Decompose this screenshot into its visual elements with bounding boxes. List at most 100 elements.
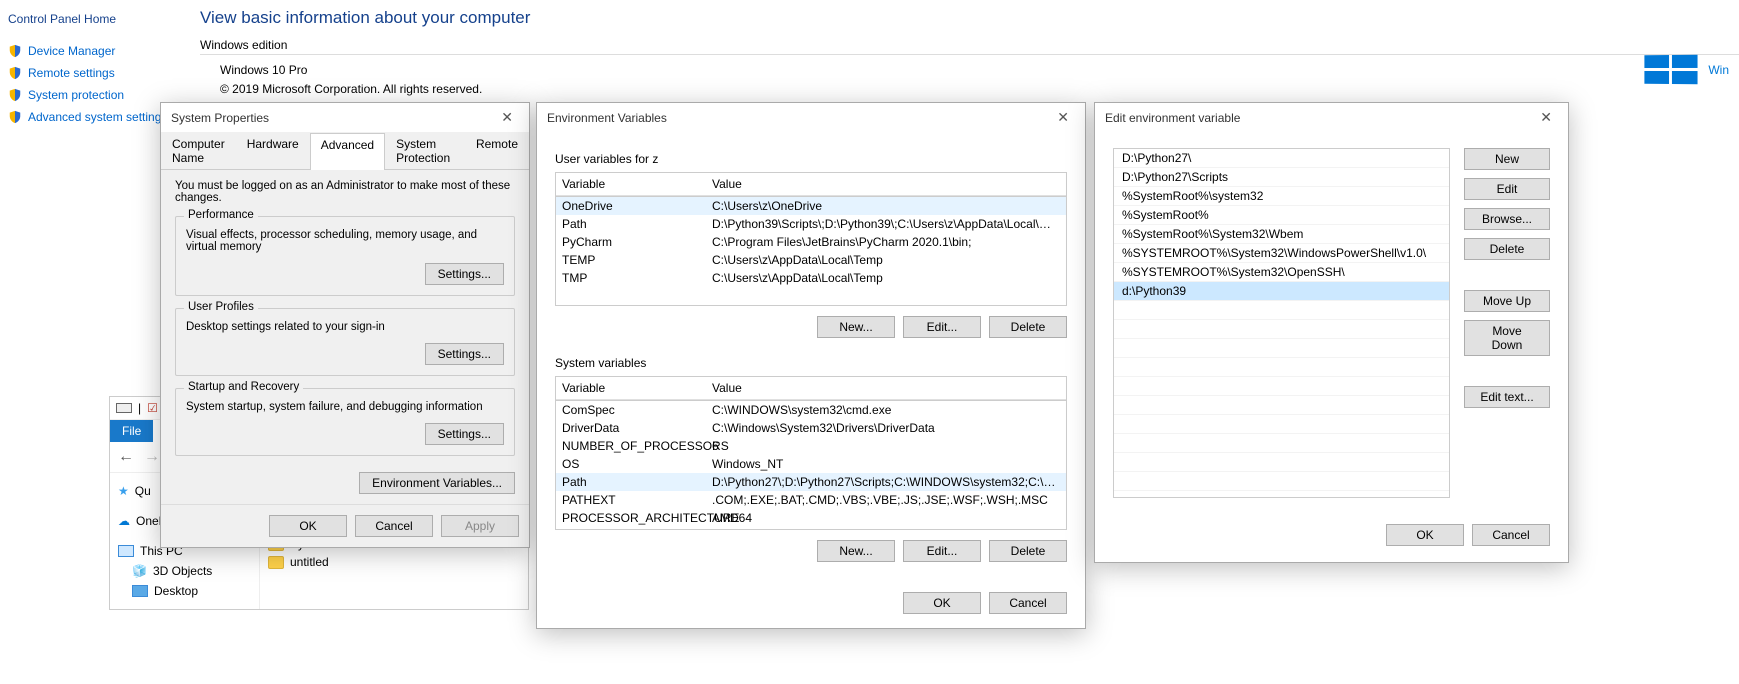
envvars-cancel-button[interactable]: Cancel [989, 592, 1067, 614]
list-item-empty[interactable] [1114, 301, 1449, 320]
tab-advanced[interactable]: Advanced [310, 133, 385, 170]
startup-settings-button[interactable]: Settings... [425, 423, 504, 445]
editvar-ok-button[interactable]: OK [1386, 524, 1464, 546]
tab-system-protection[interactable]: System Protection [385, 132, 465, 169]
var-name: PATHEXT [562, 493, 712, 507]
table-row[interactable]: PATHEXT.COM;.EXE;.BAT;.CMD;.VBS;.VBE;.JS… [556, 491, 1066, 509]
user-new-button[interactable]: New... [817, 316, 895, 338]
sys-edit-button[interactable]: Edit... [903, 540, 981, 562]
browse-button[interactable]: Browse... [1464, 208, 1550, 230]
close-icon[interactable]: ✕ [1051, 109, 1075, 126]
file-tab[interactable]: File [110, 420, 153, 442]
user-profiles-settings-button[interactable]: Settings... [425, 343, 504, 365]
sys-new-button[interactable]: New... [817, 540, 895, 562]
checkbox-icon[interactable]: ☑ [147, 401, 158, 415]
sysprops-apply-button[interactable]: Apply [441, 515, 519, 537]
list-item[interactable]: %SystemRoot%\system32 [1114, 187, 1449, 206]
sys-vars-list[interactable]: ComSpecC:\WINDOWS\system32\cmd.exeDriver… [555, 400, 1067, 530]
list-item-empty[interactable] [1114, 396, 1449, 415]
system-properties-dialog: System Properties ✕ Computer Name Hardwa… [160, 102, 530, 548]
tab-remote[interactable]: Remote [465, 132, 529, 169]
col-variable[interactable]: Variable [556, 377, 706, 400]
var-value: C:\Users\z\OneDrive [712, 199, 1060, 213]
edition-text: Windows 10 Pro [220, 61, 1739, 80]
envvars-ok-button[interactable]: OK [903, 592, 981, 614]
close-icon[interactable]: ✕ [495, 109, 519, 126]
list-item[interactable]: %SystemRoot% [1114, 206, 1449, 225]
list-item-empty[interactable] [1114, 491, 1449, 498]
list-item[interactable]: %SystemRoot%\System32\Wbem [1114, 225, 1449, 244]
tab-hardware[interactable]: Hardware [236, 132, 310, 169]
envvars-title: Environment Variables [547, 111, 667, 125]
table-row[interactable]: PathD:\Python27\;D:\Python27\Scripts;C:\… [556, 473, 1066, 491]
user-vars-list[interactable]: OneDriveC:\Users\z\OneDrivePathD:\Python… [555, 196, 1067, 306]
new-entry-button[interactable]: New [1464, 148, 1550, 170]
col-variable[interactable]: Variable [556, 173, 706, 196]
table-row[interactable]: OneDriveC:\Users\z\OneDrive [556, 197, 1066, 215]
performance-label: Performance [184, 209, 258, 221]
table-row[interactable]: PathD:\Python39\Scripts\;D:\Python39\;C:… [556, 215, 1066, 233]
control-panel-main: View basic information about your comput… [200, 8, 1739, 99]
list-item-empty[interactable] [1114, 377, 1449, 396]
list-item-empty[interactable] [1114, 339, 1449, 358]
tab-computer-name[interactable]: Computer Name [161, 132, 236, 169]
table-row[interactable]: ComSpecC:\WINDOWS\system32\cmd.exe [556, 401, 1066, 419]
user-delete-button[interactable]: Delete [989, 316, 1067, 338]
sys-delete-button[interactable]: Delete [989, 540, 1067, 562]
var-name: TEMP [562, 253, 712, 267]
close-icon[interactable]: ✕ [1534, 109, 1558, 126]
list-item[interactable]: untitled [268, 553, 414, 571]
list-item[interactable]: %SYSTEMROOT%\System32\OpenSSH\ [1114, 263, 1449, 282]
list-item[interactable]: D:\Python27\Scripts [1114, 168, 1449, 187]
list-item[interactable]: %SYSTEMROOT%\System32\WindowsPowerShell\… [1114, 244, 1449, 263]
star-icon: ★ [118, 484, 129, 498]
table-row[interactable]: TMPC:\Users\z\AppData\Local\Temp [556, 269, 1066, 287]
var-value: C:\Windows\System32\Drivers\DriverData [712, 421, 1060, 435]
environment-variables-button[interactable]: Environment Variables... [359, 472, 515, 494]
list-item-empty[interactable] [1114, 453, 1449, 472]
path-entries-list[interactable]: D:\Python27\D:\Python27\Scripts%SystemRo… [1113, 148, 1450, 498]
user-edit-button[interactable]: Edit... [903, 316, 981, 338]
edit-entry-button[interactable]: Edit [1464, 178, 1550, 200]
objects-item[interactable]: 🧊 3D Objects [118, 561, 251, 581]
list-item-empty[interactable] [1114, 358, 1449, 377]
move-up-button[interactable]: Move Up [1464, 290, 1550, 312]
col-value[interactable]: Value [706, 377, 1066, 400]
editvar-cancel-button[interactable]: Cancel [1472, 524, 1550, 546]
list-item[interactable]: d:\Python39 [1114, 282, 1449, 301]
desktop-item[interactable]: Desktop [118, 581, 251, 601]
remote-settings-link[interactable]: Remote settings [8, 62, 168, 84]
forward-button[interactable]: → [144, 448, 160, 466]
delete-entry-button[interactable]: Delete [1464, 238, 1550, 260]
table-row[interactable]: DriverDataC:\Windows\System32\Drivers\Dr… [556, 419, 1066, 437]
list-item-empty[interactable] [1114, 415, 1449, 434]
admin-note: You must be logged on as an Administrato… [175, 180, 515, 204]
cp-home-link[interactable]: Control Panel Home [8, 8, 168, 40]
var-name: Path [562, 217, 712, 231]
system-protection-link[interactable]: System protection [8, 84, 168, 106]
performance-settings-button[interactable]: Settings... [425, 263, 504, 285]
table-row[interactable]: PyCharmC:\Program Files\JetBrains\PyChar… [556, 233, 1066, 251]
sysprops-ok-button[interactable]: OK [269, 515, 347, 537]
windows-edition-header: Windows edition [200, 38, 1739, 55]
list-item[interactable]: D:\Python27\ [1114, 149, 1449, 168]
move-down-button[interactable]: Move Down [1464, 320, 1550, 356]
var-name: OneDrive [562, 199, 712, 213]
edit-text-button[interactable]: Edit text... [1464, 386, 1550, 408]
list-item-empty[interactable] [1114, 434, 1449, 453]
col-value[interactable]: Value [706, 173, 1066, 196]
advanced-settings-link[interactable]: Advanced system settings [8, 106, 168, 128]
var-value: Windows_NT [712, 457, 1060, 471]
list-item-empty[interactable] [1114, 472, 1449, 491]
table-row[interactable]: TEMPC:\Users\z\AppData\Local\Temp [556, 251, 1066, 269]
table-row[interactable]: PROCESSOR_ARCHITECTUREAMD64 [556, 509, 1066, 527]
quick-access-label: Qu [135, 484, 151, 498]
table-row[interactable]: OSWindows_NT [556, 455, 1066, 473]
list-item-empty[interactable] [1114, 320, 1449, 339]
objects-icon: 🧊 [132, 564, 147, 578]
back-button[interactable]: ← [118, 448, 134, 466]
table-row[interactable]: NUMBER_OF_PROCESSORS6 [556, 437, 1066, 455]
device-manager-link[interactable]: Device Manager [8, 40, 168, 62]
sysprops-cancel-button[interactable]: Cancel [355, 515, 433, 537]
objects-label: 3D Objects [153, 564, 212, 578]
